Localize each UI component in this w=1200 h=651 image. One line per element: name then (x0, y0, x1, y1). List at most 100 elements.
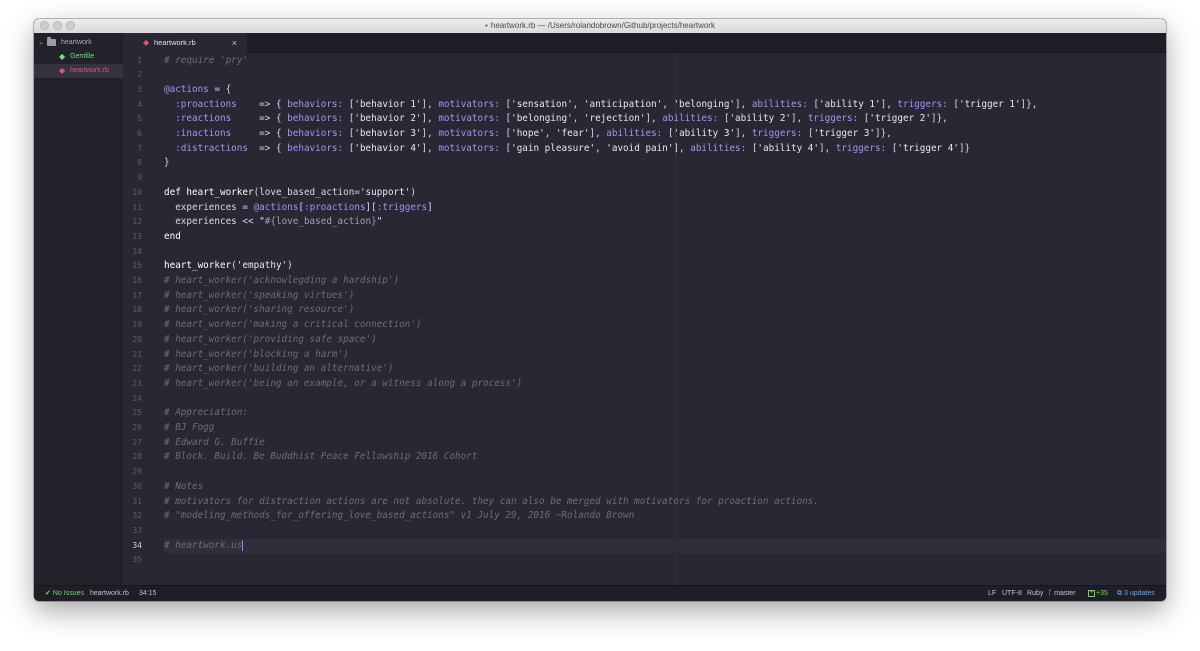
code-line[interactable]: # heart_worker('sharing resource') (164, 303, 1166, 318)
line-number[interactable]: 28 (123, 450, 142, 465)
code-line[interactable]: # heart_worker('being an example, or a w… (164, 377, 1166, 392)
close-icon[interactable]: × (232, 33, 237, 53)
code-line[interactable]: :distractions => { behaviors: ['behavior… (164, 142, 1166, 157)
line-number[interactable]: 3 (123, 83, 142, 98)
code-line[interactable] (164, 524, 1166, 539)
code-line[interactable] (164, 465, 1166, 480)
git-diff-status[interactable]: + +35 (1088, 586, 1108, 601)
code-line[interactable]: # heart_worker('providing safe space') (164, 333, 1166, 348)
chevron-down-icon[interactable]: ⌄ (38, 36, 44, 49)
tab-heartwork-rb[interactable]: ◆ heartwork.rb × (123, 33, 247, 53)
line-number[interactable]: 26 (123, 421, 142, 436)
diff-icon: + (1088, 589, 1095, 597)
git-branch-label: master (1054, 590, 1076, 597)
package-updates-label: 3 updates (1124, 590, 1155, 597)
code-line[interactable]: # require 'pry' (164, 54, 1166, 69)
grammar-selector[interactable]: Ruby (1027, 586, 1043, 601)
line-number[interactable]: 21 (123, 348, 142, 363)
code-line[interactable]: # Appreciation: (164, 406, 1166, 421)
code-line[interactable]: # "modeling_methods_for_offering_love_ba… (164, 509, 1166, 524)
line-number[interactable]: 18 (123, 303, 142, 318)
code-line[interactable]: @actions = { (164, 83, 1166, 98)
line-number[interactable]: 27 (123, 436, 142, 451)
line-number[interactable]: 23 (123, 377, 142, 392)
code-line[interactable]: # Notes (164, 480, 1166, 495)
code-line[interactable]: # motivators for distraction actions are… (164, 495, 1166, 510)
code-line[interactable]: experiences << "#{love_based_action}" (164, 215, 1166, 230)
line-number[interactable]: 34 (123, 539, 142, 554)
code-line[interactable] (164, 245, 1166, 260)
linter-status[interactable]: ✔ No Issues (45, 586, 84, 601)
line-ending-selector[interactable]: LF (988, 586, 996, 601)
code-line[interactable]: experiences = @actions[:proactions][:tri… (164, 201, 1166, 216)
status-file-path[interactable]: heartwork.rb (90, 586, 129, 601)
line-number[interactable]: 6 (123, 127, 142, 142)
code-line[interactable] (164, 553, 1166, 568)
line-number[interactable]: 11 (123, 201, 142, 216)
code-line[interactable]: # heart_worker('blocking a harm') (164, 348, 1166, 363)
window-title-text: heartwork.rb — /Users/rolandobrown/Githu… (490, 21, 715, 30)
text-editor[interactable]: 1 2 3 4 5 6 7 8 9 10 11 12 13 14 15 16 17 18 19 20 21 22 23 24 2… (123, 53, 1166, 586)
code-line[interactable]: heart_worker('empathy') (164, 259, 1166, 274)
tab-bar: ◆ heartwork.rb × (123, 33, 1166, 53)
code-line[interactable]: # heart_worker('building an alternative'… (164, 362, 1166, 377)
line-number[interactable]: 12 (123, 215, 142, 230)
code-line[interactable]: # heartwork.us (164, 539, 1166, 554)
line-number[interactable]: 22 (123, 362, 142, 377)
code-area[interactable]: # require 'pry' @actions = { :proactions … (164, 53, 1166, 586)
text-cursor (242, 539, 244, 551)
line-number[interactable]: 4 (123, 98, 142, 113)
line-number[interactable]: 1 (123, 54, 142, 69)
cursor-position[interactable]: 34:15 (139, 586, 157, 601)
line-number[interactable]: 31 (123, 495, 142, 510)
code-line[interactable]: :inactions => { behaviors: ['behavior 3'… (164, 127, 1166, 142)
line-number[interactable]: 13 (123, 230, 142, 245)
line-number[interactable]: 2 (123, 68, 142, 83)
code-line[interactable]: # heart_worker('speaking virtues') (164, 289, 1166, 304)
code-line[interactable]: # Edward G. Buffie (164, 436, 1166, 451)
line-number[interactable]: 19 (123, 318, 142, 333)
line-number[interactable]: 9 (123, 171, 142, 186)
code-line[interactable]: def heart_worker(love_based_action='supp… (164, 186, 1166, 201)
code-line[interactable]: :reactions => { behaviors: ['behavior 2'… (164, 112, 1166, 127)
code-line[interactable]: } (164, 156, 1166, 171)
line-number-gutter[interactable]: 1 2 3 4 5 6 7 8 9 10 11 12 13 14 15 16 17 18 19 20 21 22 23 24 2… (123, 53, 153, 586)
code-line[interactable]: # heart_worker('acknowlegding a hardship… (164, 274, 1166, 289)
line-number[interactable]: 16 (123, 274, 142, 289)
line-number[interactable]: 35 (123, 553, 142, 568)
git-branch-icon: ᚴ (1048, 590, 1053, 597)
git-diff-count: +35 (1096, 590, 1108, 597)
encoding-selector[interactable]: UTF-8 (1002, 586, 1022, 601)
git-branch[interactable]: ᚴ master (1048, 586, 1076, 601)
line-number[interactable]: 7 (123, 142, 142, 157)
line-number[interactable]: 17 (123, 289, 142, 304)
tree-item-gemfile[interactable]: ◆ Gemfile (34, 50, 123, 64)
line-number[interactable]: 15 (123, 259, 142, 274)
code-line[interactable]: # BJ Fogg (164, 421, 1166, 436)
ruby-gem-icon: ◆ (143, 38, 150, 47)
line-number[interactable]: 5 (123, 112, 142, 127)
line-number[interactable]: 20 (123, 333, 142, 348)
code-line[interactable]: # heart_worker('making a critical connec… (164, 318, 1166, 333)
project-folder[interactable]: ⌄ heartwork (34, 36, 123, 49)
line-number[interactable]: 32 (123, 509, 142, 524)
line-number[interactable]: 14 (123, 245, 142, 260)
project-folder-label: heartwork (61, 39, 92, 46)
code-line[interactable] (164, 68, 1166, 83)
tree-item-heartwork-rb[interactable]: ◆ heartwork.rb (34, 64, 123, 78)
ruby-gem-icon: ◆ (59, 66, 66, 75)
line-number[interactable]: 25 (123, 406, 142, 421)
package-updates[interactable]: ⧉ 3 updates (1117, 586, 1155, 601)
line-number[interactable]: 8 (123, 156, 142, 171)
line-number[interactable]: 24 (123, 392, 142, 407)
code-line[interactable] (164, 392, 1166, 407)
line-number[interactable]: 30 (123, 480, 142, 495)
editor-window: ▪ heartwork.rb — /Users/rolandobrown/Gith… (34, 19, 1166, 601)
code-line[interactable]: :proactions => { behaviors: ['behavior 1… (164, 98, 1166, 113)
line-number[interactable]: 29 (123, 465, 142, 480)
line-number[interactable]: 33 (123, 524, 142, 539)
code-line[interactable]: end (164, 230, 1166, 245)
line-number[interactable]: 10 (123, 186, 142, 201)
code-line[interactable]: # Block. Build. Be Buddhist Peace Fellow… (164, 450, 1166, 465)
code-line[interactable] (164, 171, 1166, 186)
